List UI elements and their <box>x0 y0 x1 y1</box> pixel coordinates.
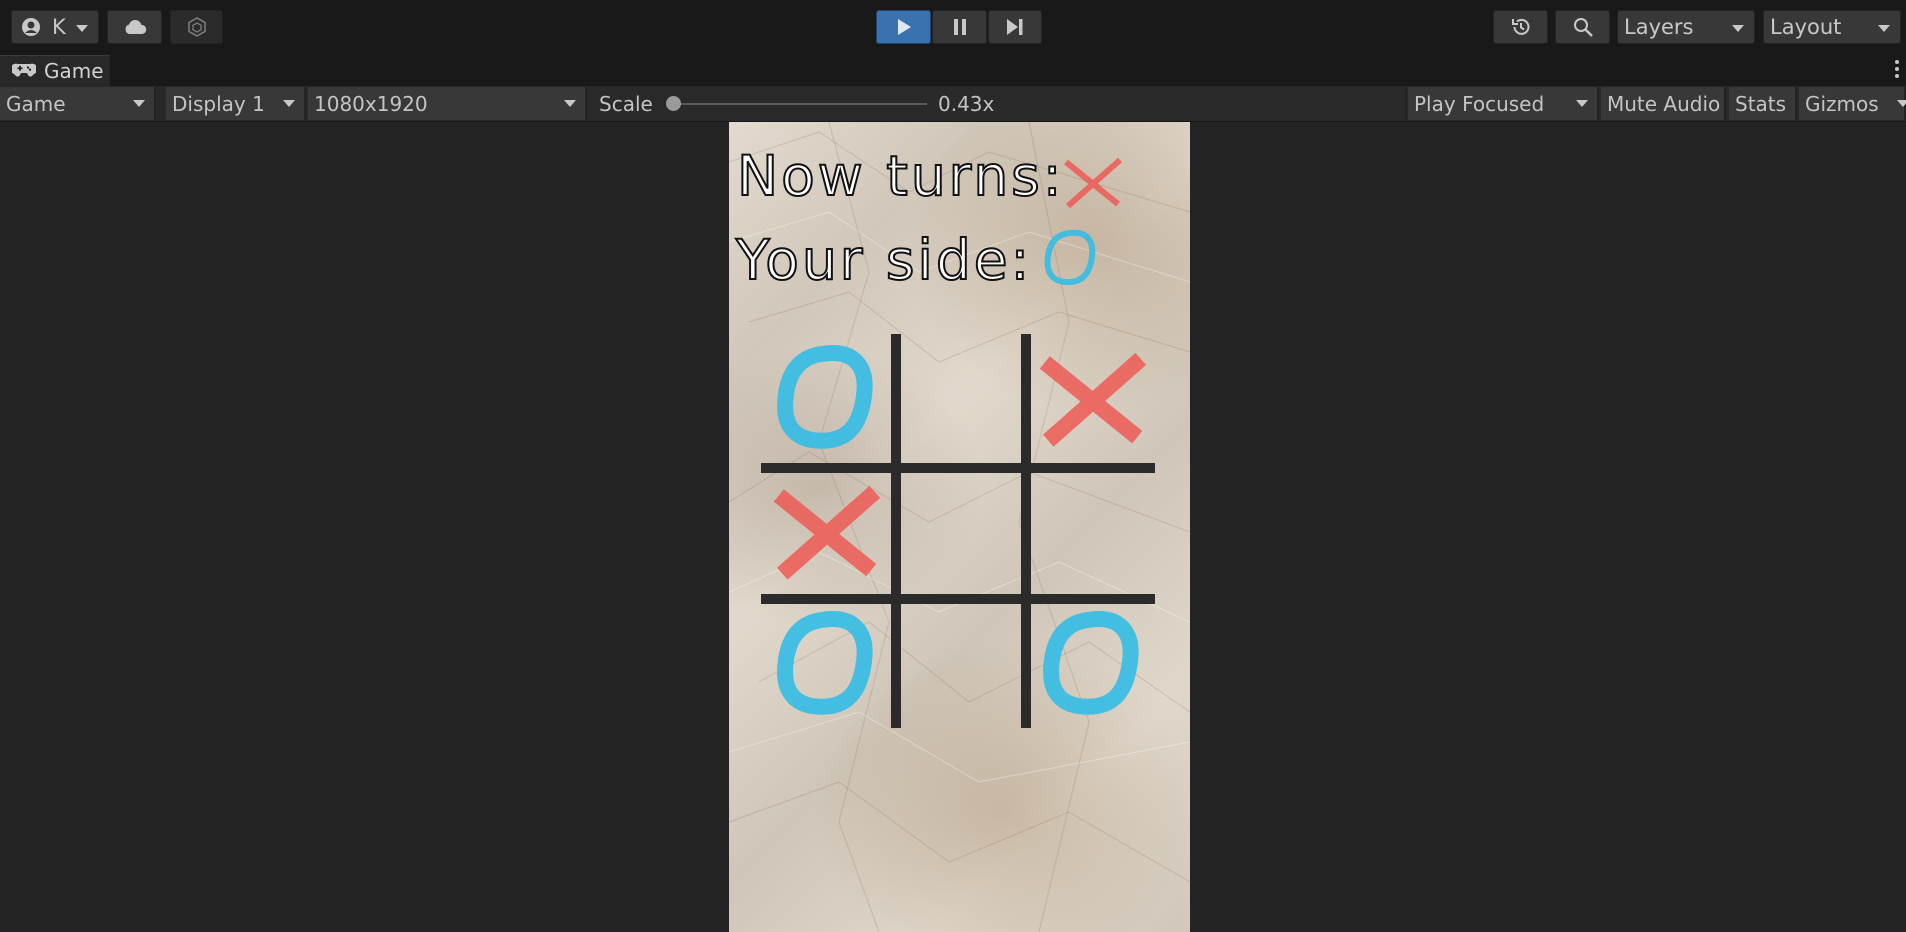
display-dropdown[interactable]: Display 1 <box>166 87 306 120</box>
o-mark <box>777 345 873 449</box>
mute-audio-label: Mute Audio <box>1607 91 1721 116</box>
play-focus-dropdown[interactable]: Play Focused <box>1408 87 1599 120</box>
board-cell-6[interactable] <box>1027 467 1155 595</box>
play-focus-label: Play Focused <box>1414 91 1545 116</box>
account-icon <box>21 17 41 37</box>
play-icon <box>896 18 912 36</box>
cloud-button[interactable] <box>107 10 162 44</box>
layout-dropdown[interactable]: Layout <box>1763 10 1901 44</box>
x-mark <box>1039 352 1147 447</box>
history-icon <box>1510 16 1532 38</box>
chevron-down-icon <box>1897 100 1906 107</box>
display-label: Display 1 <box>172 91 265 116</box>
resolution-label: 1080x1920 <box>314 91 428 116</box>
now-turns-label: Now turns: <box>736 143 1065 209</box>
chevron-down-icon <box>1576 100 1588 107</box>
board-cell-2[interactable] <box>894 334 1022 462</box>
gizmos-dropdown[interactable]: Gizmos <box>1799 87 1906 120</box>
play-button[interactable] <box>876 10 931 44</box>
more-options-icon[interactable] <box>1895 60 1901 81</box>
chevron-down-icon <box>76 25 88 32</box>
mute-audio-toggle[interactable]: Mute Audio <box>1601 87 1726 120</box>
layout-label: Layout <box>1770 15 1842 39</box>
o-mark <box>777 611 873 715</box>
collab-icon <box>186 16 208 38</box>
window-tab-bar: Game <box>0 52 1906 86</box>
layers-label: Layers <box>1624 15 1694 39</box>
chevron-down-icon <box>133 100 145 107</box>
stats-toggle[interactable]: Stats <box>1729 87 1797 120</box>
pause-button[interactable] <box>932 10 987 44</box>
account-button[interactable]: K <box>11 10 99 44</box>
board-cell-5[interactable] <box>894 467 1022 595</box>
layers-dropdown[interactable]: Layers <box>1617 10 1755 44</box>
gizmos-label: Gizmos <box>1805 91 1879 116</box>
board-cell-4[interactable] <box>761 467 889 595</box>
view-mode-dropdown[interactable]: Game <box>0 87 156 120</box>
board-cell-3[interactable] <box>1027 334 1155 462</box>
scale-value: 0.43x <box>938 92 995 116</box>
board-cell-7[interactable] <box>761 600 889 728</box>
gamepad-icon <box>10 59 38 83</box>
scale-label: Scale <box>599 91 653 116</box>
stats-label: Stats <box>1735 91 1787 116</box>
current-turn-symbol <box>1064 157 1122 209</box>
chevron-down-icon <box>1878 25 1890 32</box>
game-view-control-bar: Game Display 1 1080x1920 Scale 0.43x Pla… <box>0 86 1906 122</box>
search-button[interactable] <box>1555 10 1610 44</box>
board-cell-1[interactable] <box>761 334 889 462</box>
board-cell-8[interactable] <box>894 600 1022 728</box>
view-mode-label: Game <box>6 91 66 116</box>
main-toolbar: K Layers Layout <box>0 0 1906 52</box>
player-side-symbol <box>1044 229 1096 286</box>
your-side-label: Your side: <box>735 227 1033 293</box>
collab-button[interactable] <box>170 10 223 44</box>
resolution-dropdown[interactable]: 1080x1920 <box>308 87 587 120</box>
o-mark <box>1043 611 1139 715</box>
step-button[interactable] <box>988 10 1042 44</box>
chevron-down-icon <box>283 100 295 107</box>
undo-history-button[interactable] <box>1493 10 1548 44</box>
account-initial: K <box>52 15 66 39</box>
scale-slider-thumb[interactable] <box>666 96 681 111</box>
x-mark <box>773 485 881 580</box>
tab-game[interactable]: Game <box>0 55 110 86</box>
pause-icon <box>953 18 967 36</box>
chevron-down-icon <box>1732 25 1744 32</box>
step-forward-icon <box>1006 18 1024 36</box>
cloud-icon <box>123 19 147 35</box>
game-canvas[interactable]: Now turns: Your side: <box>729 122 1190 932</box>
scale-control: Scale 0.43x <box>589 87 1407 120</box>
chevron-down-icon <box>564 100 576 107</box>
board-cell-9[interactable] <box>1027 600 1155 728</box>
search-icon <box>1572 16 1594 38</box>
tab-label: Game <box>44 59 104 83</box>
scale-slider-track[interactable] <box>673 103 927 105</box>
